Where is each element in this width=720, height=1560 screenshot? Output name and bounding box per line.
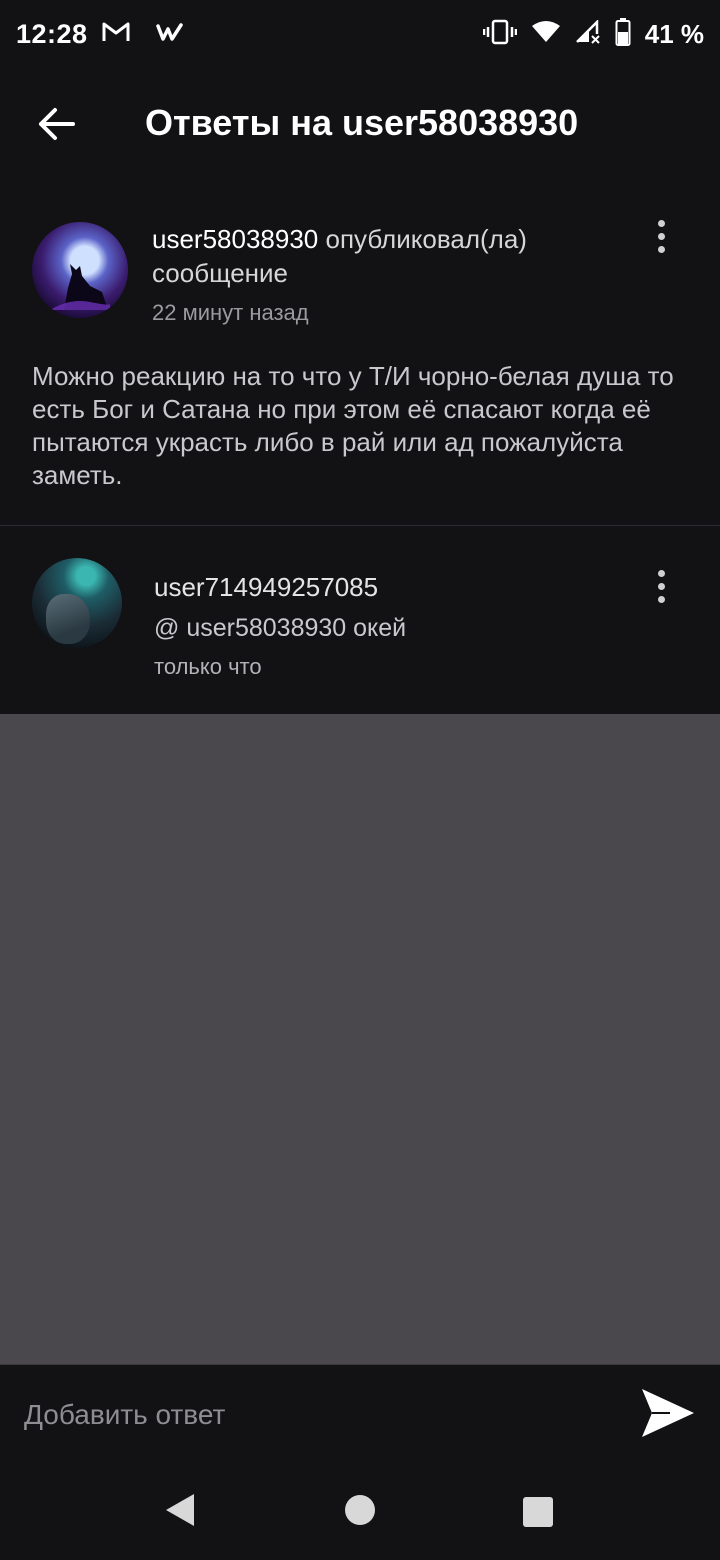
recents-square-icon	[522, 1497, 554, 1532]
empty-area	[0, 714, 720, 1364]
reply-message: окей	[346, 614, 407, 642]
wattpad-icon	[155, 22, 184, 47]
avatar-face	[46, 594, 90, 644]
post-time: 22 минут назад	[152, 300, 309, 325]
post-username[interactable]: user58038930	[152, 224, 318, 254]
reply-composer	[0, 1364, 720, 1464]
send-button[interactable]	[636, 1385, 700, 1445]
back-triangle-icon	[164, 1494, 196, 1532]
reply-time: только что	[154, 654, 262, 679]
nav-back-button[interactable]	[164, 1492, 196, 1533]
reply-mention[interactable]: @ user58038930	[154, 614, 346, 642]
send-icon	[640, 1387, 696, 1444]
screen: 12:28 41 % Ответы на user58038930 user58…	[0, 0, 720, 1560]
reply-more-button[interactable]	[643, 564, 679, 608]
avatar[interactable]	[32, 222, 128, 318]
status-time: 12:28	[16, 18, 88, 49]
dot	[657, 582, 665, 590]
status-bar: 12:28 41 %	[0, 0, 720, 68]
nav-recents-button[interactable]	[522, 1496, 554, 1533]
battery-percent: 41 %	[644, 18, 704, 49]
system-icons: 41 %	[482, 17, 704, 51]
reply-item: user714949257085 @ user58038930 окей тол…	[0, 526, 720, 714]
dot	[657, 219, 665, 227]
wifi-icon	[531, 20, 561, 49]
arrow-left-icon	[37, 107, 75, 146]
notification-icons	[102, 21, 184, 48]
vibrate-icon	[482, 19, 517, 50]
original-post: user58038930 опубликовал(ла) сообщение 2…	[0, 184, 720, 525]
avatar[interactable]	[32, 558, 122, 648]
dot	[657, 595, 665, 603]
reply-username[interactable]: user714949257085	[154, 572, 378, 603]
home-circle-icon	[344, 1495, 376, 1530]
back-button[interactable]	[30, 104, 82, 148]
post-header: user58038930 опубликовал(ла) сообщение	[152, 222, 622, 290]
dot	[657, 232, 665, 240]
reply-input[interactable]	[24, 1393, 604, 1437]
system-nav-bar	[0, 1464, 720, 1560]
nav-home-button[interactable]	[344, 1494, 376, 1531]
gmail-icon	[102, 21, 130, 48]
signal-icon	[575, 18, 601, 49]
reply-text: @ user58038930 окей	[154, 614, 406, 643]
page-title: Ответы на user58038930	[145, 102, 579, 143]
post-more-button[interactable]	[643, 214, 679, 258]
dot	[657, 245, 665, 253]
battery-icon	[615, 17, 631, 51]
wolf-image	[50, 264, 110, 310]
dot	[657, 569, 665, 577]
app-bar: Ответы на user58038930	[0, 68, 720, 184]
post-body: Можно реакцию на то что у Т/И чорно-бела…	[32, 361, 674, 490]
